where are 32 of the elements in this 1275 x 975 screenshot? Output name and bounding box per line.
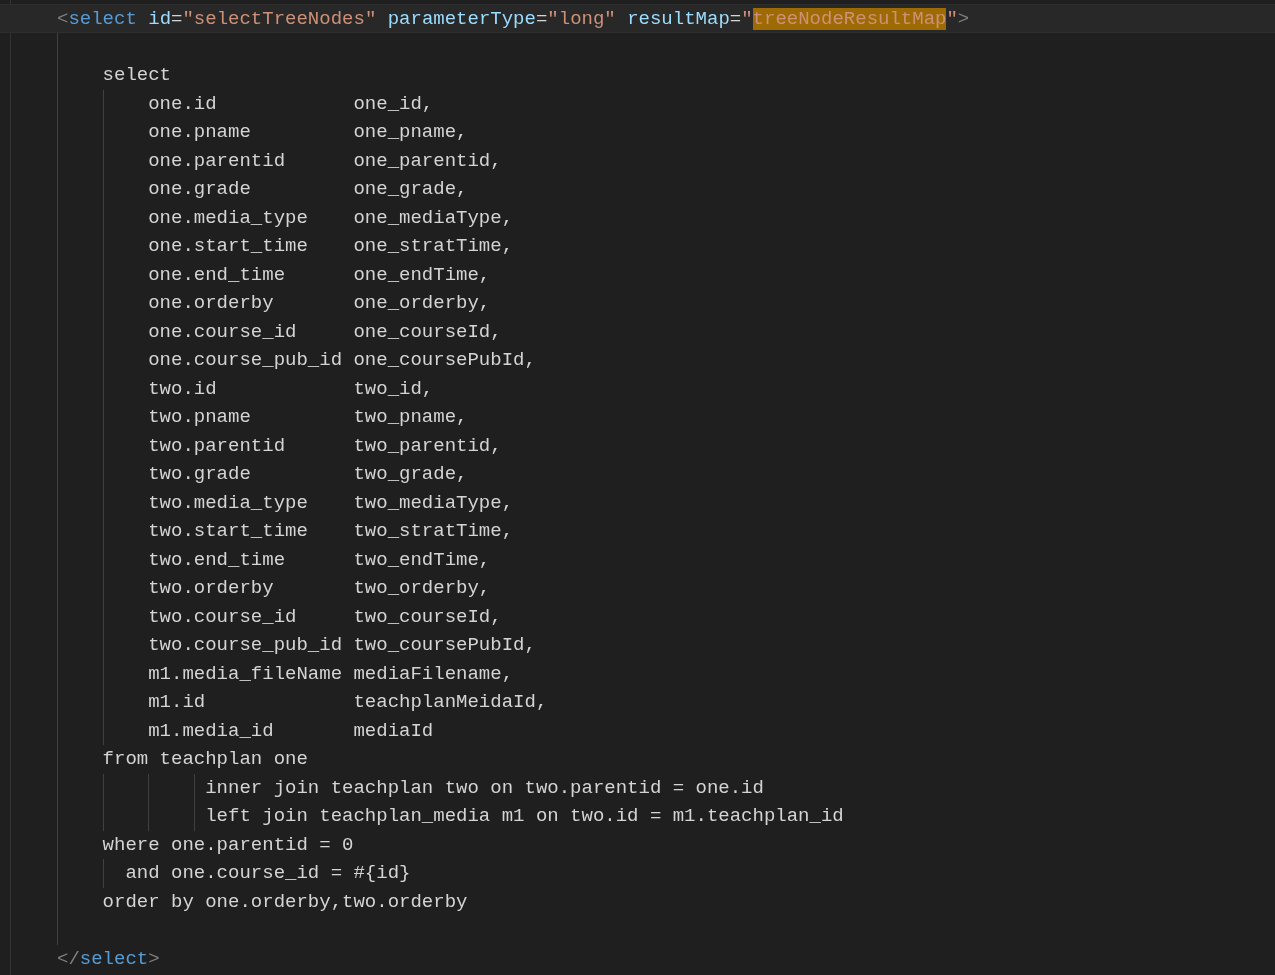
code-line: one.id one_id, bbox=[147, 91, 434, 117]
code-line: two.media_type two_mediaType, bbox=[147, 490, 514, 516]
code-line: where one.parentid = 0 bbox=[101, 832, 354, 858]
code-line: two.course_pub_id two_coursePubId, bbox=[147, 633, 536, 658]
code-line: <select id="selectTreeNodes" parameterType="long" resultMap="treeNodeResultMap"> bbox=[56, 7, 970, 32]
code-line: two.parentid two_parentid, bbox=[147, 433, 502, 459]
code-line: one.course_id one_courseId, bbox=[147, 319, 502, 345]
code-line: left join teachplan_media m1 on two.id = m1.teachplan_id bbox=[204, 804, 844, 829]
code-line: m1.media_fileName mediaFilename, bbox=[147, 661, 514, 687]
code-line: two.id two_id, bbox=[147, 376, 434, 402]
code-line: two.end_time two_endTime, bbox=[147, 547, 491, 573]
code-line: one.orderby one_orderby, bbox=[147, 291, 491, 316]
code-line: m1.id teachplanMeidaId, bbox=[147, 690, 548, 715]
code-line: one.course_pub_id one_coursePubId, bbox=[147, 348, 536, 373]
code-line: one.grade one_grade, bbox=[147, 177, 468, 202]
code-line: two.orderby two_orderby, bbox=[147, 576, 491, 601]
code-line: order by one.orderby,two.orderby bbox=[101, 889, 468, 915]
code-line: </select> bbox=[56, 946, 160, 972]
code-line: inner join teachplan two on two.parentid = one.id bbox=[204, 775, 764, 801]
code-line: two.pname two_pname, bbox=[147, 405, 468, 430]
code-line: one.pname one_pname, bbox=[147, 120, 468, 145]
code-line: two.start_time two_stratTime, bbox=[147, 519, 514, 544]
code-line: from teachplan one bbox=[101, 747, 308, 772]
code-line: one.parentid one_parentid, bbox=[147, 148, 502, 174]
code-line: one.end_time one_endTime, bbox=[147, 262, 491, 288]
code-line: two.grade two_grade, bbox=[147, 462, 468, 487]
code-line: select bbox=[101, 63, 172, 88]
code-line: one.start_time one_stratTime, bbox=[147, 234, 514, 259]
code-line: and one.course_id = #{id} bbox=[124, 861, 411, 886]
code-line: m1.media_id mediaId bbox=[147, 718, 434, 744]
code-line: two.course_id two_courseId, bbox=[147, 604, 502, 630]
code-line: one.media_type one_mediaType, bbox=[147, 205, 514, 231]
